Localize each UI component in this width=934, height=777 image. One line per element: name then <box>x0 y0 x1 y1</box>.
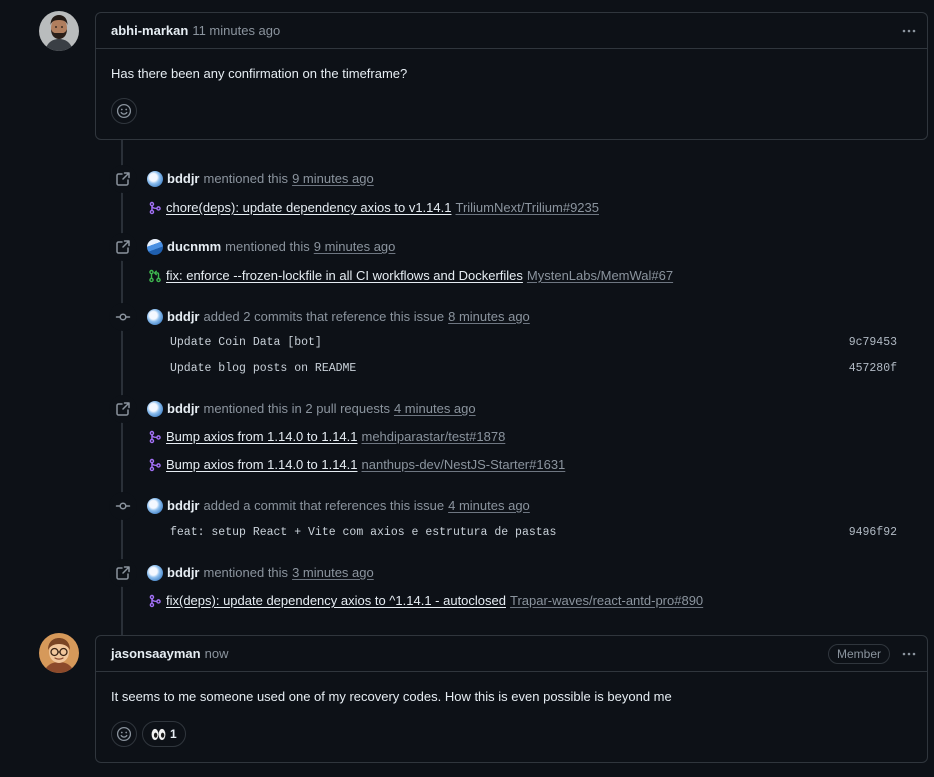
timeline-event-commits: bddjr added 2 commits that reference thi… <box>109 303 530 331</box>
commit-row: Update Coin Data [bot] 9c79453 <box>170 333 897 353</box>
cross-reference-icon <box>109 233 137 261</box>
git-commit-icon <box>109 492 137 520</box>
reactions-bar <box>111 98 912 124</box>
pull-request-repo-link[interactable]: MystenLabs/MemWal#67 <box>527 266 673 286</box>
pull-request-repo-link[interactable]: mehdiparastar/test#1878 <box>362 427 506 447</box>
timeline-event-cross-reference: bddjr mentioned this 9 minutes ago <box>109 165 374 193</box>
cross-reference-icon <box>109 559 137 587</box>
add-reaction-button[interactable] <box>111 721 137 747</box>
reaction-count: 1 <box>170 727 177 741</box>
pull-request-repo-link[interactable]: Trapar-waves/react-antd-pro#890 <box>510 591 703 611</box>
author-avatar[interactable] <box>39 633 79 673</box>
event-description: mentioned this <box>225 239 310 254</box>
event-timestamp-link[interactable]: 4 minutes ago <box>394 399 476 419</box>
event-timestamp-link[interactable]: 4 minutes ago <box>448 496 530 516</box>
pull-request-repo-link[interactable]: nanthups-dev/NestJS-Starter#1631 <box>362 455 566 475</box>
actor-link[interactable]: ducnmm <box>167 237 221 257</box>
git-merge-icon <box>147 429 163 445</box>
actor-avatar[interactable] <box>147 498 163 514</box>
actor-link[interactable]: bddjr <box>167 563 200 583</box>
git-merge-icon <box>147 593 163 609</box>
timeline-event-cross-reference: ducnmm mentioned this 9 minutes ago <box>109 233 396 261</box>
comment-text: It seems to me someone used one of my re… <box>111 689 672 704</box>
comment-header: abhi-markan 11 minutes ago <box>96 13 927 49</box>
referenced-pull-request: fix(deps): update dependency axios to ^1… <box>147 591 703 611</box>
actor-link[interactable]: bddjr <box>167 307 200 327</box>
smiley-icon <box>116 726 132 742</box>
git-merge-icon <box>147 457 163 473</box>
kebab-horizontal-icon[interactable] <box>901 23 917 39</box>
actor-avatar[interactable] <box>147 565 163 581</box>
pull-request-title-link[interactable]: Bump axios from 1.14.0 to 1.14.1 <box>166 455 358 475</box>
comment-author-link[interactable]: abhi-markan <box>111 23 188 38</box>
actor-avatar[interactable] <box>147 171 163 187</box>
event-description: mentioned this in 2 pull requests <box>203 401 390 416</box>
cross-reference-icon <box>109 165 137 193</box>
event-timestamp-link[interactable]: 8 minutes ago <box>448 307 530 327</box>
actor-link[interactable]: bddjr <box>167 496 200 516</box>
referenced-pull-request: Bump axios from 1.14.0 to 1.14.1 mehdipa… <box>147 427 505 447</box>
comment-body: Has there been any confirmation on the t… <box>96 49 927 124</box>
event-description: mentioned this <box>203 565 289 580</box>
comment-timestamp-link[interactable]: 11 minutes ago <box>192 23 280 38</box>
comment-author-link[interactable]: jasonsaayman <box>111 646 201 661</box>
eyes-icon <box>151 728 166 741</box>
commit-message-link[interactable]: feat: setup React + Vite com axios e est… <box>170 523 556 543</box>
event-description: added 2 commits that reference this issu… <box>203 309 445 324</box>
commit-sha-link[interactable]: 457280f <box>849 359 897 379</box>
commit-row: feat: setup React + Vite com axios e est… <box>170 523 897 543</box>
event-timestamp-link[interactable]: 9 minutes ago <box>292 169 374 189</box>
smiley-icon <box>116 103 132 119</box>
pull-request-repo-link[interactable]: TriliumNext/Trilium#9235 <box>455 198 599 218</box>
commit-sha-link[interactable]: 9496f92 <box>849 523 897 543</box>
git-merge-icon <box>147 200 163 216</box>
event-timestamp-link[interactable]: 9 minutes ago <box>314 237 396 257</box>
pull-request-title-link[interactable]: fix(deps): update dependency axios to ^1… <box>166 591 506 611</box>
add-reaction-button[interactable] <box>111 98 137 124</box>
actor-link[interactable]: bddjr <box>167 169 200 189</box>
pull-request-title-link[interactable]: fix: enforce --frozen-lockfile in all CI… <box>166 266 523 286</box>
referenced-pull-request: fix: enforce --frozen-lockfile in all CI… <box>147 266 673 286</box>
comment-timestamp-link[interactable]: now <box>205 646 229 661</box>
reactions-bar: 1 <box>111 721 912 747</box>
actor-link[interactable]: bddjr <box>167 399 200 419</box>
comment-body: It seems to me someone used one of my re… <box>96 672 927 747</box>
actor-avatar[interactable] <box>147 309 163 325</box>
eyes-reaction-button[interactable]: 1 <box>142 721 186 747</box>
comment-card: abhi-markan 11 minutes ago Has there bee… <box>95 12 928 140</box>
pull-request-title-link[interactable]: chore(deps): update dependency axios to … <box>166 198 451 218</box>
author-avatar[interactable] <box>39 11 79 51</box>
pull-request-title-link[interactable]: Bump axios from 1.14.0 to 1.14.1 <box>166 427 358 447</box>
event-description: mentioned this <box>203 171 289 186</box>
comment-text: Has there been any confirmation on the t… <box>111 66 408 81</box>
commit-message-link[interactable]: Update blog posts on README <box>170 359 356 379</box>
git-pull-request-icon <box>147 268 163 284</box>
actor-avatar[interactable] <box>147 239 163 255</box>
role-badge: Member <box>827 643 890 664</box>
timeline-event-commits: bddjr added a commit that references thi… <box>109 492 530 520</box>
kebab-horizontal-icon[interactable] <box>901 646 917 662</box>
commit-row: Update blog posts on README 457280f <box>170 359 897 379</box>
timeline-event-cross-reference: bddjr mentioned this 3 minutes ago <box>109 559 374 587</box>
referenced-pull-request: chore(deps): update dependency axios to … <box>147 198 599 218</box>
cross-reference-icon <box>109 395 137 423</box>
timeline-event-cross-reference: bddjr mentioned this in 2 pull requests … <box>109 395 476 423</box>
comment-header: jasonsaayman now Member <box>96 636 927 672</box>
git-commit-icon <box>109 303 137 331</box>
event-timestamp-link[interactable]: 3 minutes ago <box>292 563 374 583</box>
commit-sha-link[interactable]: 9c79453 <box>849 333 897 353</box>
event-description: added a commit that references this issu… <box>203 498 445 513</box>
referenced-pull-request: Bump axios from 1.14.0 to 1.14.1 nanthup… <box>147 455 565 475</box>
actor-avatar[interactable] <box>147 401 163 417</box>
comment-card: jasonsaayman now Member It seems to me s… <box>95 635 928 763</box>
commit-message-link[interactable]: Update Coin Data [bot] <box>170 333 322 353</box>
